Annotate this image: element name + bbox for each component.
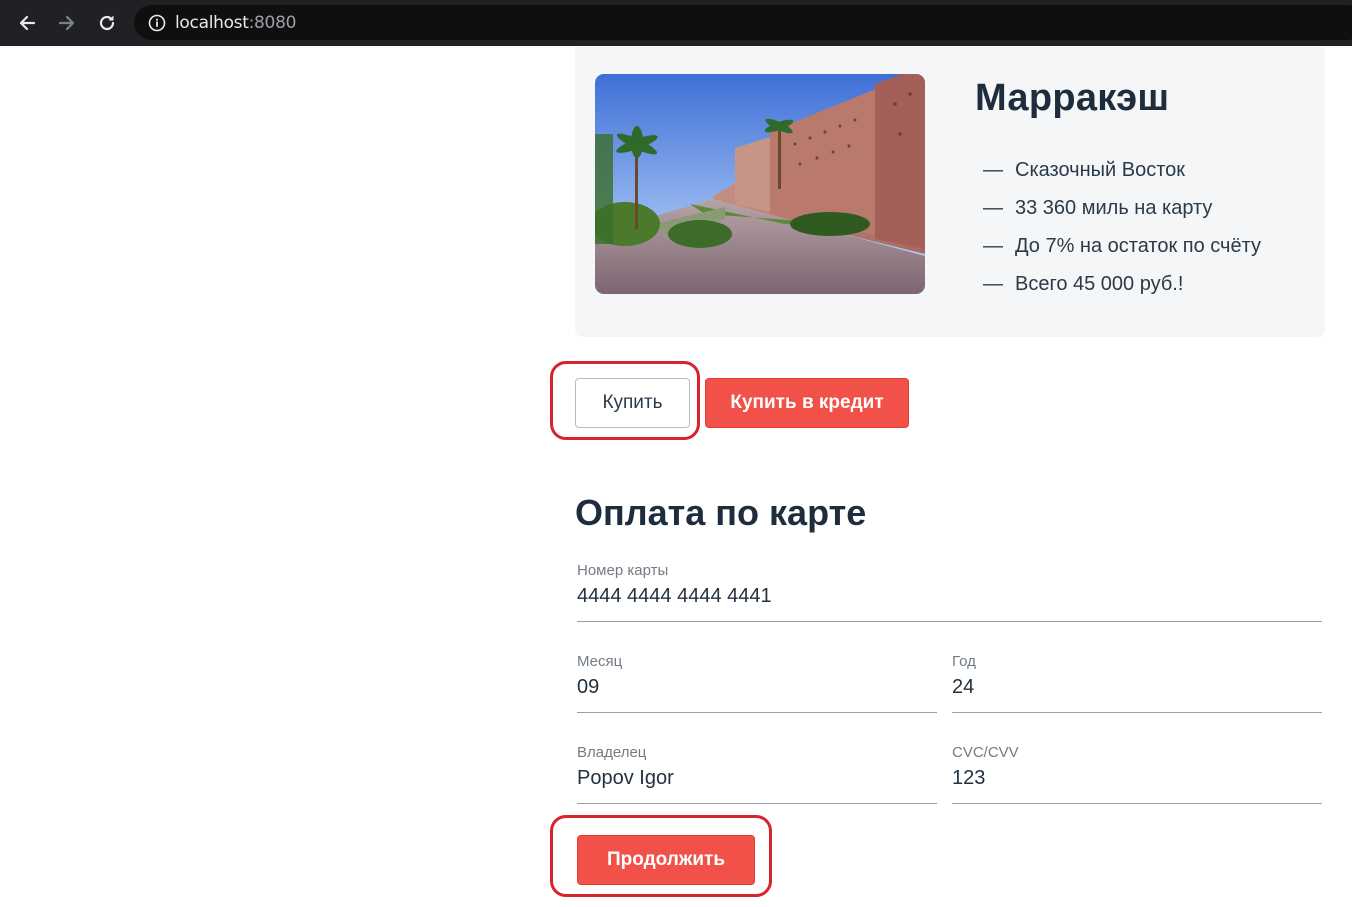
info-icon[interactable] bbox=[148, 14, 166, 32]
reload-icon[interactable] bbox=[93, 9, 121, 37]
owner-input[interactable]: Popov Igor bbox=[577, 764, 937, 794]
feature-item: — Сказочный Восток bbox=[983, 159, 1185, 181]
year-field[interactable]: Год 24 bbox=[952, 653, 1322, 713]
card-number-field[interactable]: Номер карты 4444 4444 4444 4441 bbox=[577, 562, 1322, 622]
tour-card: Марракэш — Сказочный Восток —33 360 миль … bbox=[575, 47, 1325, 337]
month-field[interactable]: Месяц 09 bbox=[577, 653, 937, 713]
address-bar[interactable]: localhost:8080 bbox=[134, 5, 1352, 40]
card-number-label: Номер карты bbox=[577, 562, 669, 579]
cvc-input[interactable]: 123 bbox=[952, 764, 1322, 794]
owner-field[interactable]: Владелец Popov Igor bbox=[577, 744, 937, 804]
feature-item: — Всего 45 000 руб.! bbox=[983, 273, 1184, 295]
year-input[interactable]: 24 bbox=[952, 673, 1322, 703]
month-label: Месяц bbox=[577, 653, 623, 670]
continue-button[interactable]: Продолжить bbox=[577, 835, 755, 885]
url-port: :8080 bbox=[248, 12, 297, 33]
owner-label: Владелец bbox=[577, 744, 647, 761]
forward-arrow-icon[interactable] bbox=[53, 9, 81, 37]
feature-item: — До 7% на остаток по счёту bbox=[983, 235, 1261, 257]
payment-form-title: Оплата по карте bbox=[575, 492, 867, 533]
year-label: Год bbox=[952, 653, 976, 670]
feature-item: —33 360 миль на карту bbox=[983, 197, 1213, 219]
cvc-label: CVC/CVV bbox=[952, 744, 1019, 761]
url-host: localhost bbox=[175, 12, 249, 33]
destination-title: Марракэш bbox=[975, 77, 1170, 119]
browser-toolbar: localhost:8080 bbox=[0, 0, 1352, 46]
month-input[interactable]: 09 bbox=[577, 673, 937, 703]
marrakesh-photo bbox=[595, 74, 925, 294]
card-number-input[interactable]: 4444 4444 4444 4441 bbox=[577, 582, 1322, 612]
tour-features: — Сказочный Восток —33 360 миль на карту … bbox=[983, 151, 1261, 303]
buy-on-credit-button[interactable]: Купить в кредит bbox=[705, 378, 909, 428]
buy-button[interactable]: Купить bbox=[575, 378, 690, 428]
back-arrow-icon[interactable] bbox=[13, 9, 41, 37]
cvc-field[interactable]: CVC/CVV 123 bbox=[952, 744, 1322, 804]
